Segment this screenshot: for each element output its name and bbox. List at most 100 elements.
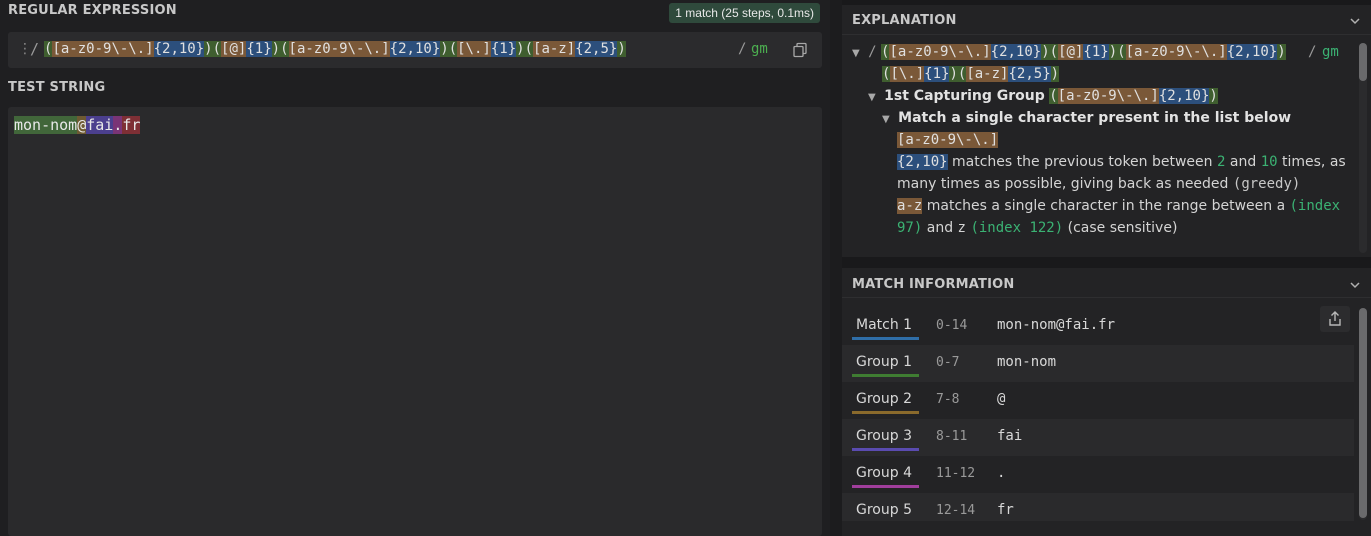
group-close: ) <box>1209 88 1218 104</box>
char-class: [\.] <box>890 66 925 82</box>
group-open: ( <box>280 41 289 57</box>
range-explanation: a-z matches a single character in the ra… <box>897 195 1340 217</box>
group-label: Group 2 <box>852 391 919 414</box>
explanation-scrollbar[interactable] <box>1359 43 1367 253</box>
group-open: ( <box>1049 88 1058 104</box>
match-scrollbar[interactable] <box>1359 308 1367 520</box>
regex-open-delimiter: / <box>868 44 877 60</box>
quantifier-max: 10 <box>1260 154 1278 170</box>
match-information-header[interactable]: MATCH INFORMATION <box>842 268 1371 298</box>
group-1-label: 1st Capturing Group <box>884 88 1045 104</box>
group-color-bar <box>852 485 919 488</box>
char-set-heading: Match a single character present in the … <box>898 110 1292 126</box>
group-label: Group 5 <box>852 502 916 518</box>
char-set-token: [a-z0-9\-\.] <box>897 129 999 151</box>
regex-line-2: ([\.]{1})([a-z]{2,5}) <box>882 63 1060 85</box>
range-start-index-end: 97) <box>897 220 923 236</box>
regex-input[interactable]: ([a-z0-9\-\.]{2,10})([@]{1})([a-z0-9\-\.… <box>44 40 626 59</box>
quantifier: {2,10} <box>389 41 441 57</box>
regex-section-title: REGULAR EXPRESSION <box>8 3 177 18</box>
group-open: ( <box>1117 44 1126 60</box>
share-icon <box>1329 311 1341 326</box>
caret-down-icon[interactable]: ▼ <box>852 48 860 59</box>
match-group-2-highlight: @ <box>77 116 87 134</box>
quantifier: {2,5} <box>1008 66 1051 82</box>
range-start-char: a <box>1276 198 1286 214</box>
caret-down-icon[interactable]: ▼ <box>882 114 890 125</box>
flags-delimiter: / <box>738 41 747 57</box>
copy-icon[interactable] <box>792 42 808 58</box>
group-value: mon-nom <box>997 354 1057 370</box>
group-color-bar <box>852 411 919 414</box>
group-1-tokens: ([a-z0-9\-\.]{2,10}) <box>1049 88 1218 104</box>
chevron-down-icon[interactable] <box>1349 279 1361 291</box>
tree-row-group-1[interactable]: ▼ 1st Capturing Group ([a-z0-9\-\.]{2,10… <box>868 85 1218 109</box>
regex-flags[interactable]: gm <box>751 41 768 57</box>
group-close: ) <box>1277 44 1286 60</box>
range-end-char: z <box>957 220 966 236</box>
quantifier-greedy-text: many times as possible, giving back as n… <box>897 176 1229 192</box>
group-value: @ <box>997 391 1006 407</box>
tree-row-root[interactable]: ▼ / ([a-z0-9\-\.]{2,10})([@]{1})([a-z0-9… <box>852 41 1286 65</box>
group-row[interactable]: Group 4 11-12 . <box>842 456 1354 493</box>
group-close: ) <box>440 41 449 57</box>
quantifier: {2,10} <box>990 44 1042 60</box>
match-count-badge: 1 match (25 steps, 0.1ms) <box>669 3 820 23</box>
explanation-title: EXPLANATION <box>852 13 957 28</box>
regex-flags: gm <box>1322 44 1339 60</box>
case-sensitive-text: (case sensitive) <box>1067 220 1178 236</box>
flags-delimiter: / <box>1308 44 1317 60</box>
quantifier: {2,10} <box>153 41 205 57</box>
group-row[interactable]: Group 3 8-11 fai <box>842 419 1354 456</box>
group-range: 12-14 <box>936 503 976 518</box>
group-close: ) <box>1108 44 1118 60</box>
and-text: and <box>926 220 954 236</box>
quantifier: {2,10} <box>1226 44 1278 60</box>
drag-handle-icon[interactable]: ⋮ <box>18 41 32 57</box>
explanation-panel: EXPLANATION ▼ / ([a-z0-9\-\.]{2,10})([@]… <box>842 5 1371 257</box>
quantifier-explanation: {2,10} matches the previous token betwee… <box>897 151 1346 173</box>
match-row[interactable]: Match 1 0-14 mon-nom@fai.fr <box>842 308 1354 345</box>
group-value: fr <box>997 502 1014 518</box>
group-row[interactable]: Group 2 7-8 @ <box>842 382 1354 419</box>
quantifier: {1} <box>1083 44 1109 60</box>
greedy-label: (greedy) <box>1232 176 1301 192</box>
char-class: [a-z0-9\-\.] <box>889 44 991 60</box>
char-class: [a-z] <box>533 41 576 57</box>
quantifier: {2,10} <box>897 154 948 170</box>
group-close: ) <box>271 41 281 57</box>
quantifier-explanation-2: many times as possible, giving back as n… <box>897 173 1300 195</box>
explanation-header[interactable]: EXPLANATION <box>842 5 1371 35</box>
group-label-text: Group 3 <box>856 428 912 444</box>
group-label-text: Group 4 <box>856 465 912 481</box>
test-string-text[interactable]: mon-nom@fai.fr <box>14 115 141 135</box>
regex-input-bar[interactable]: ⋮ / ([a-z0-9\-\.]{2,10})([@]{1})([a-z0-9… <box>8 32 822 68</box>
test-string-input[interactable]: mon-nom@fai.fr <box>8 107 822 536</box>
char-class: [a-z0-9\-\.] <box>1125 44 1227 60</box>
match-range: 0-14 <box>936 318 968 333</box>
scrollbar-thumb[interactable] <box>1359 43 1367 81</box>
tree-row-char-set[interactable]: ▼ Match a single character present in th… <box>882 107 1291 131</box>
group-row[interactable]: Group 5 12-14 fr <box>842 493 1354 521</box>
char-class: [a-z] <box>966 66 1009 82</box>
range-end-index: (index 122) <box>970 220 1064 236</box>
caret-down-icon[interactable]: ▼ <box>868 92 876 103</box>
group-open: ( <box>212 41 222 57</box>
group-row[interactable]: Group 1 0-7 mon-nom <box>842 345 1354 382</box>
test-string-title: TEST STRING <box>8 80 106 95</box>
explanation-tree: ▼ / ([a-z0-9\-\.]{2,10})([@]{1})([a-z0-9… <box>842 37 1352 255</box>
match-value: mon-nom@fai.fr <box>997 317 1116 333</box>
char-class: [a-z0-9\-\.] <box>288 41 390 57</box>
group-range: 8-11 <box>936 429 968 444</box>
char-class: [a-z0-9\-\.] <box>52 41 154 57</box>
scrollbar-thumb[interactable] <box>1359 308 1367 518</box>
char-class: [a-z0-9\-\.] <box>1057 88 1159 104</box>
char-class: [@] <box>221 41 247 57</box>
group-open: ( <box>448 41 458 57</box>
match-information-panel: MATCH INFORMATION Match 1 0-14 mon-nom@f… <box>842 268 1371 536</box>
export-button[interactable] <box>1320 306 1350 332</box>
group-close: ) <box>204 41 213 57</box>
match-information-title: MATCH INFORMATION <box>852 277 1015 292</box>
range-text: matches a single character in the range … <box>926 198 1273 214</box>
chevron-down-icon[interactable] <box>1349 15 1361 27</box>
